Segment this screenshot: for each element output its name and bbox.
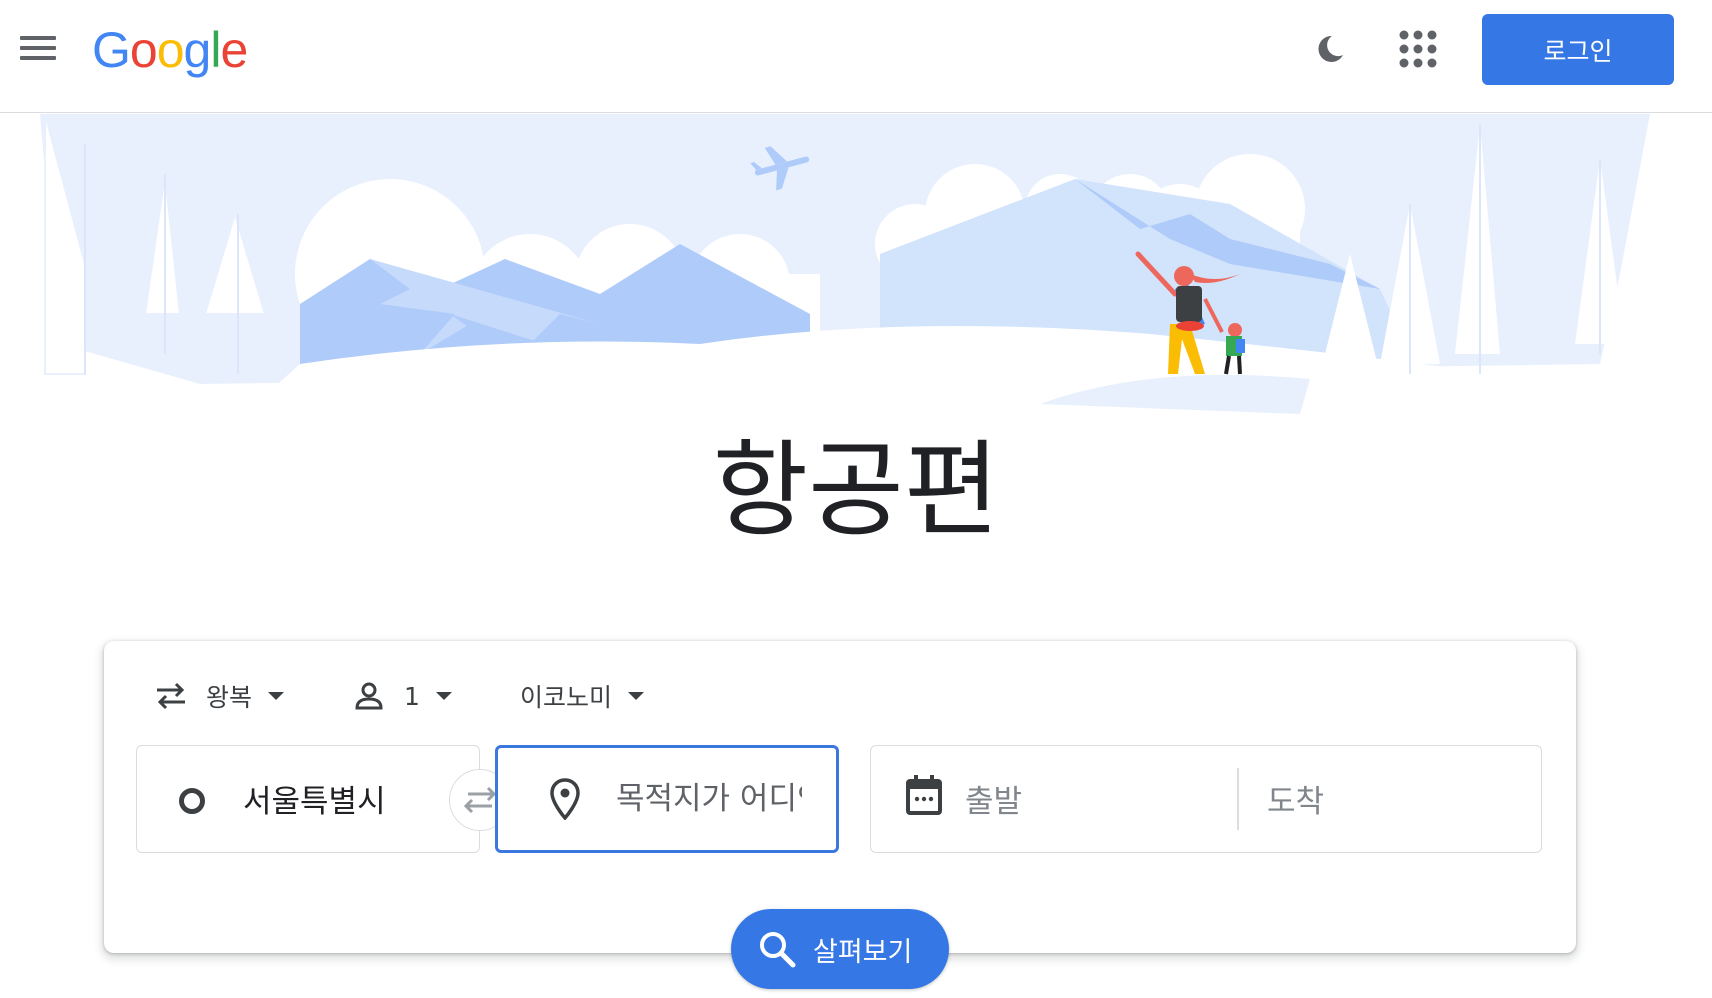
return-date-input[interactable]: 도착	[1267, 776, 1324, 821]
destination-field[interactable]	[495, 745, 839, 853]
page-title: 항공편	[712, 429, 1000, 551]
dark-mode-toggle[interactable]	[1308, 27, 1352, 71]
chevron-down-icon	[435, 692, 452, 700]
passenger-dropdown[interactable]: 1	[354, 671, 452, 721]
flight-search-card: 왕복 1 이코노미 서울특별시 목적지가 어디인가요? 출발 도착	[104, 641, 1576, 953]
menu-icon-line	[20, 36, 56, 40]
moon-icon	[1318, 35, 1343, 62]
origin-value: 서울특별시	[243, 784, 386, 820]
chevron-down-icon	[628, 692, 645, 700]
calendar-icon	[906, 775, 942, 815]
login-button[interactable]: 로그인	[1482, 14, 1674, 85]
trip-type-value: 왕복	[206, 683, 253, 712]
departure-date-input[interactable]: 출발	[965, 776, 1022, 821]
top-bar: Google 로그인	[0, 0, 1712, 113]
main-menu-button[interactable]	[18, 30, 58, 70]
date-range-field: 출발 도착	[870, 745, 1542, 853]
google-apps-button[interactable]	[1396, 27, 1440, 71]
destination-input[interactable]	[616, 776, 802, 822]
logo-letter: o	[129, 22, 158, 78]
apps-grid-icon	[1399, 30, 1437, 68]
logo-letter: o	[156, 22, 185, 78]
passenger-count: 1	[404, 681, 420, 711]
origin-circle-icon	[179, 788, 205, 814]
travel-landscape-illustration	[40, 113, 1712, 454]
person-icon	[355, 682, 383, 710]
google-logo[interactable]: Google	[92, 18, 248, 82]
logo-letter: g	[183, 22, 212, 78]
menu-icon-line	[20, 46, 56, 50]
logo-letter: G	[92, 22, 131, 78]
chevron-down-icon	[268, 692, 285, 700]
cabin-class-value: 이코노미	[520, 683, 613, 712]
search-button[interactable]: 살펴보기	[731, 909, 949, 989]
logo-letter: l	[210, 22, 221, 78]
date-divider	[1237, 768, 1239, 830]
location-pin-icon	[550, 778, 580, 820]
trip-type-dropdown[interactable]: 왕복	[154, 671, 285, 721]
origin-field[interactable]: 서울특별시	[136, 745, 480, 853]
search-icon	[760, 932, 796, 968]
logo-letter: e	[220, 22, 248, 78]
round-trip-icon	[157, 682, 185, 710]
hero-illustration	[0, 113, 1712, 454]
menu-icon-line	[20, 56, 56, 60]
search-button-label: 살펴보기	[813, 936, 913, 968]
cabin-class-dropdown[interactable]: 이코노미	[520, 671, 645, 721]
